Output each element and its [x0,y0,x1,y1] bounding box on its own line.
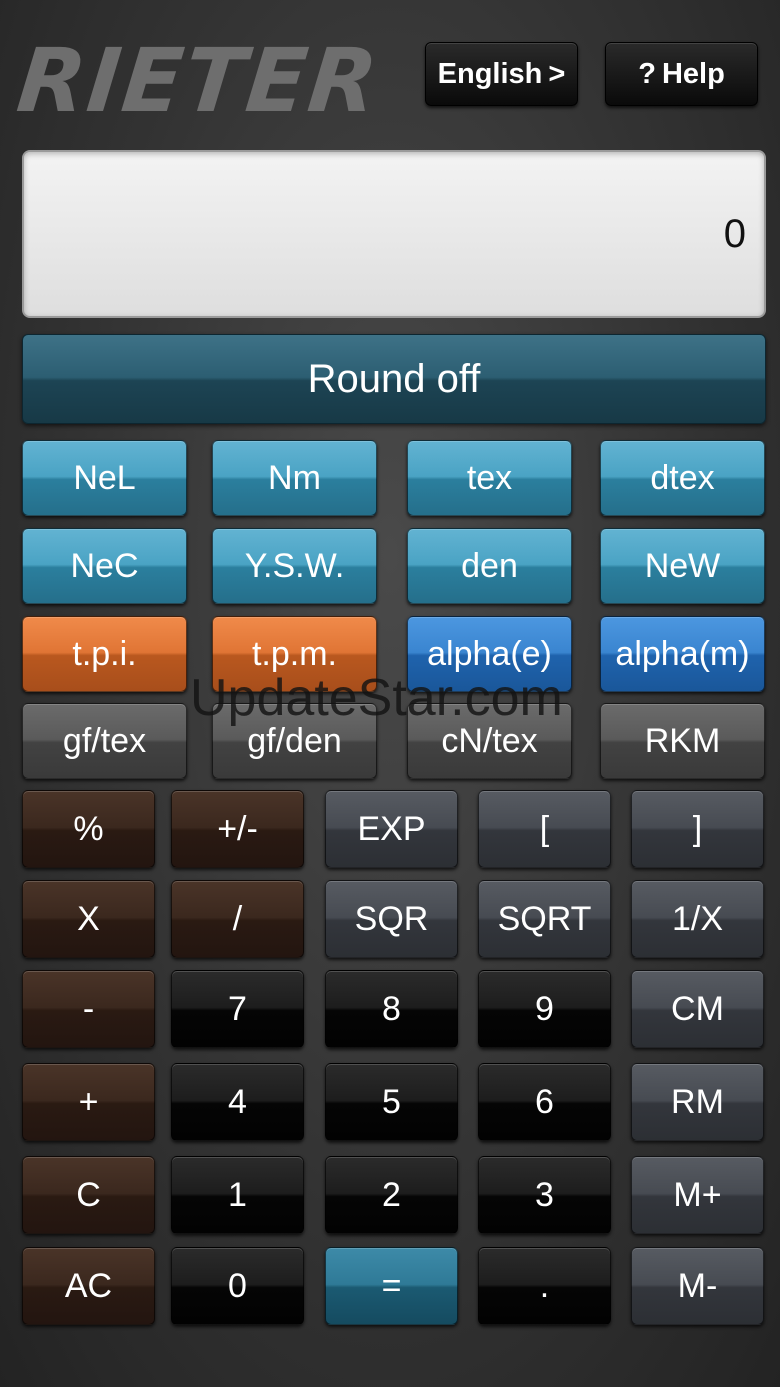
memory-minus-button[interactable]: M- [631,1247,764,1325]
multiply-button[interactable]: X [22,880,155,958]
language-button[interactable]: English > [425,42,578,106]
help-label: Help [661,57,725,90]
reciprocal-button[interactable]: 1/X [631,880,764,958]
equals-button[interactable]: = [325,1247,458,1325]
memory-plus-button[interactable]: M+ [631,1156,764,1234]
unit-new-button[interactable]: NeW [600,528,765,604]
unit-tex-button[interactable]: tex [407,440,572,516]
divide-button[interactable]: / [171,880,304,958]
digit-9-button[interactable]: 9 [478,970,611,1048]
unit-den-button[interactable]: den [407,528,572,604]
twist-tpi-button[interactable]: t.p.i. [22,616,187,692]
unit-nel-button[interactable]: NeL [22,440,187,516]
alpha-m-button[interactable]: alpha(m) [600,616,765,692]
exp-button[interactable]: EXP [325,790,458,868]
open-bracket-button[interactable]: [ [478,790,611,868]
question-mark-icon: ? [638,57,656,90]
digit-6-button[interactable]: 6 [478,1063,611,1141]
help-button[interactable]: ? Help [605,42,758,106]
alpha-e-button[interactable]: alpha(e) [407,616,572,692]
close-bracket-button[interactable]: ] [631,790,764,868]
chevron-right-icon: > [548,57,566,90]
plus-button[interactable]: + [22,1063,155,1141]
square-button[interactable]: SQR [325,880,458,958]
strength-rkm-button[interactable]: RKM [600,703,765,779]
unit-nm-button[interactable]: Nm [212,440,377,516]
plus-minus-button[interactable]: +/- [171,790,304,868]
digit-2-button[interactable]: 2 [325,1156,458,1234]
strength-gf-den-button[interactable]: gf/den [212,703,377,779]
decimal-point-button[interactable]: . [478,1247,611,1325]
digit-4-button[interactable]: 4 [171,1063,304,1141]
display-value: 0 [723,211,746,256]
square-root-button[interactable]: SQRT [478,880,611,958]
digit-5-button[interactable]: 5 [325,1063,458,1141]
unit-nec-button[interactable]: NeC [22,528,187,604]
twist-tpm-button[interactable]: t.p.m. [212,616,377,692]
memory-recall-button[interactable]: RM [631,1063,764,1141]
digit-8-button[interactable]: 8 [325,970,458,1048]
digit-0-button[interactable]: 0 [171,1247,304,1325]
percent-button[interactable]: % [22,790,155,868]
digit-3-button[interactable]: 3 [478,1156,611,1234]
calculator-display: 0 [22,150,766,318]
strength-gf-tex-button[interactable]: gf/tex [22,703,187,779]
rieter-logo: RIETER [12,29,384,132]
all-clear-button[interactable]: AC [22,1247,155,1325]
memory-clear-button[interactable]: CM [631,970,764,1048]
clear-button[interactable]: C [22,1156,155,1234]
digit-7-button[interactable]: 7 [171,970,304,1048]
language-label: English [437,57,543,90]
digit-1-button[interactable]: 1 [171,1156,304,1234]
strength-cn-tex-button[interactable]: cN/tex [407,703,572,779]
unit-dtex-button[interactable]: dtex [600,440,765,516]
minus-button[interactable]: - [22,970,155,1048]
unit-ysw-button[interactable]: Y.S.W. [212,528,377,604]
round-off-button[interactable]: Round off [22,334,766,424]
